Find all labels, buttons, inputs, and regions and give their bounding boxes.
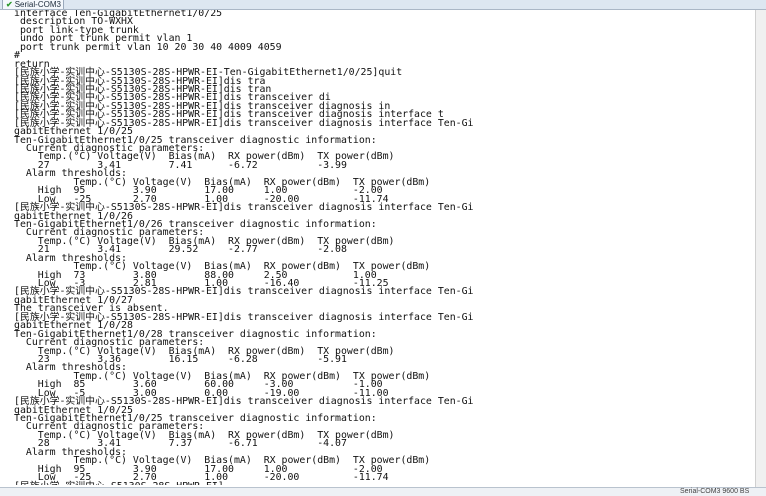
terminal-left-margin bbox=[0, 10, 13, 487]
vertical-scrollbar[interactable] bbox=[755, 10, 766, 487]
tab-serial-com3[interactable]: ✔ Serial-COM3 bbox=[2, 0, 64, 9]
terminal-line: # bbox=[14, 50, 20, 62]
connected-check-icon: ✔ bbox=[6, 0, 13, 9]
session-tab-bar: ✔ Serial-COM3 bbox=[0, 0, 766, 10]
tab-label: Serial-COM3 bbox=[14, 0, 61, 9]
terminal-output[interactable]: interface Ten-GigabitEthernet1/0/25 desc… bbox=[14, 10, 754, 485]
terminal-line: port trunk permit vlan 10 20 30 40 4009 … bbox=[14, 41, 282, 53]
